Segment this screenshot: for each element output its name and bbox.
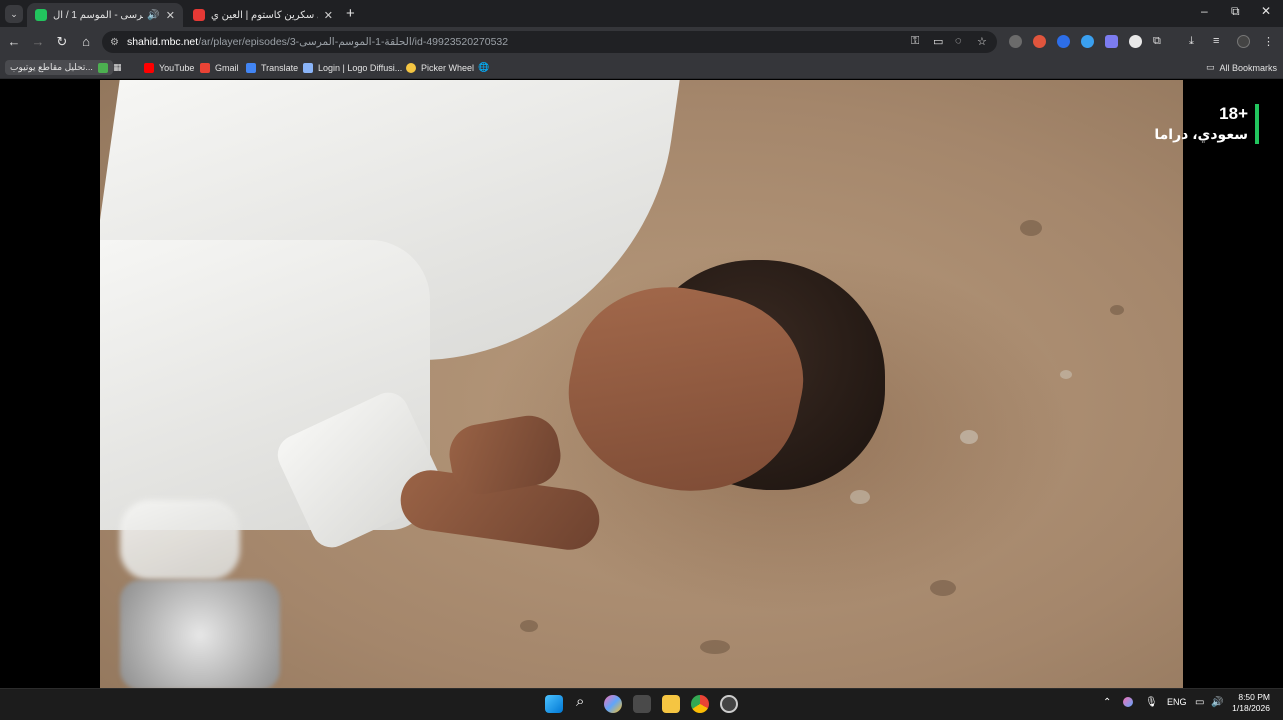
gmail-icon (200, 62, 210, 73)
clock-date: 1/18/2026 (1232, 703, 1270, 713)
bookmark-label: Gmail (215, 62, 239, 73)
url-host: shahid.mbc.net (126, 36, 199, 48)
tab-title: شاهد المرسى - الموسم 1 / ال (53, 9, 143, 21)
bookmark-label: Translate (261, 62, 299, 73)
all-bookmarks[interactable]: ▭ All Bookmarks (1206, 60, 1277, 75)
copilot-icon[interactable] (604, 695, 622, 713)
picker-wheel-icon (406, 62, 416, 73)
clock-time: 8:50 PM (1238, 692, 1270, 702)
cast-icon[interactable]: ▭ (933, 35, 943, 48)
store-icon[interactable] (633, 695, 651, 713)
microphone-icon[interactable]: 🎙 (1145, 697, 1158, 708)
bookmark-translate[interactable]: Translate (246, 60, 298, 75)
bookmark-label: YouTube (159, 62, 195, 73)
new-tab-button[interactable]: + (346, 5, 355, 22)
close-tab-icon[interactable]: ✕ (324, 9, 333, 22)
age-rating-label: 18+ (1219, 104, 1248, 123)
eye-off-icon[interactable]: ◌ (955, 35, 962, 47)
bookmark-gmail[interactable]: Gmail (200, 60, 239, 75)
extension-white-icon[interactable] (1129, 35, 1142, 48)
address-bar[interactable]: ⚙ shahid.mbc.net /ar/player/episodes/3-ا… (102, 31, 997, 53)
download-icon[interactable]: ⤓ (1189, 35, 1194, 48)
youtube-icon (144, 62, 154, 73)
network-icon[interactable]: ▭ (1195, 697, 1204, 708)
bookmark-star-icon[interactable]: ☆ (977, 35, 987, 48)
globe-icon[interactable]: 🌐 (478, 60, 489, 75)
apps-grid-icon[interactable]: ▦ (113, 60, 122, 75)
menu-dots-icon[interactable]: ⋮ (1263, 35, 1274, 48)
show-hidden-icons-icon[interactable]: ⌃ (1103, 697, 1111, 708)
tab-title: البرت قل سكرين كاستوم | العين ي (211, 9, 318, 21)
file-explorer-icon[interactable] (662, 695, 680, 713)
extension-fire-icon[interactable] (1033, 35, 1046, 48)
bookmark-label: Login | Logo Diffusi... (318, 62, 403, 73)
bookmark-youtube-analyzer[interactable]: تحليل مقاطع يوتيوب... (5, 60, 113, 75)
extension-blue-icon[interactable] (1081, 35, 1094, 48)
tab-search-button[interactable]: ⌄ (5, 5, 23, 23)
extension-game-icon[interactable] (1009, 35, 1022, 48)
close-tab-icon[interactable]: ✕ (166, 9, 175, 22)
tab-youtube[interactable]: البرت قل سكرين كاستوم | العين ي ✕ (185, 3, 341, 27)
video-frame[interactable] (100, 80, 1183, 688)
chrome-icon[interactable] (691, 695, 709, 713)
volume-icon[interactable]: 🔊 (1211, 697, 1223, 708)
bookmark-youtube[interactable]: YouTube (144, 60, 194, 75)
bookmark-picker-wheel[interactable]: Picker Wheel (406, 60, 474, 75)
chevron-down-icon: ⌄ (10, 8, 18, 19)
reading-list-icon[interactable]: ≡ (1213, 35, 1219, 47)
minimize-button[interactable]: – (1201, 4, 1208, 18)
close-window-button[interactable]: ✕ (1261, 4, 1271, 18)
profile-avatar-icon[interactable] (1237, 35, 1250, 48)
speaker-icon[interactable]: 🔊 (147, 10, 159, 21)
shahid-favicon-icon (35, 9, 47, 21)
bookmark-green-icon (97, 62, 108, 73)
maximize-button[interactable]: ⧉ (1231, 4, 1240, 19)
language-indicator[interactable]: ENG (1167, 697, 1187, 707)
app-clock-icon[interactable] (720, 695, 738, 713)
content-rating: 18+ سعودي، دراما (1154, 104, 1259, 144)
copilot-tray-icon[interactable] (1123, 697, 1133, 707)
forward-icon[interactable]: → (30, 34, 46, 49)
start-icon[interactable] (545, 695, 563, 713)
genre-label: سعودي، دراما (1154, 126, 1248, 142)
tab-shahid[interactable]: شاهد المرسى - الموسم 1 / ال 🔊 ✕ (27, 3, 183, 27)
extension-circle-icon[interactable] (1057, 35, 1070, 48)
reload-icon[interactable]: ↻ (54, 34, 70, 50)
search-icon[interactable]: ⌕ (576, 693, 584, 710)
back-icon[interactable]: ← (6, 34, 22, 49)
extensions-puzzle-icon[interactable]: ⧉ (1153, 35, 1161, 48)
system-clock[interactable]: 8:50 PM 1/18/2026 (1232, 692, 1270, 714)
password-key-icon[interactable]: ⚿ (911, 35, 919, 48)
bookmark-label: Picker Wheel (421, 62, 475, 73)
bookmark-label: تحليل مقاطع يوتيوب... (10, 62, 93, 72)
home-icon[interactable]: ⌂ (78, 34, 94, 49)
folder-icon: ▭ (1206, 62, 1215, 72)
extension-window-icon[interactable] (1105, 35, 1118, 48)
logo-diffusion-icon (303, 62, 313, 73)
site-info-icon[interactable]: ⚙ (110, 37, 119, 48)
translate-icon (246, 62, 256, 73)
youtube-favicon-icon (193, 9, 205, 21)
bookmark-logo-diffusion[interactable]: Login | Logo Diffusi... (303, 60, 402, 75)
all-bookmarks-label: All Bookmarks (1219, 62, 1278, 73)
url-path: /ar/player/episodes/3-الحلقة-1-الموسم-ال… (198, 36, 509, 48)
